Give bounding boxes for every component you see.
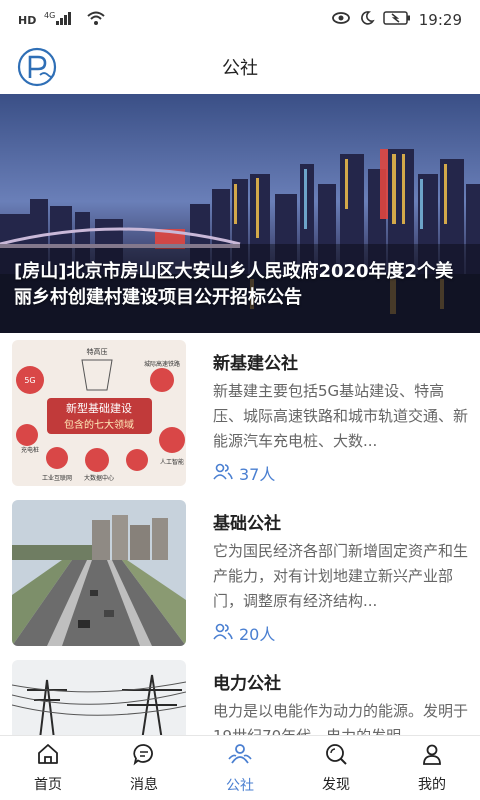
tab-community[interactable]: 公社 xyxy=(192,736,288,800)
thumb-label: 人工智能 xyxy=(160,458,184,466)
member-count-label: 37人 xyxy=(239,465,276,484)
profile-icon xyxy=(420,742,444,770)
tab-profile[interactable]: 我的 xyxy=(384,736,480,800)
signal-icon: 4G xyxy=(44,10,78,30)
banner-title[interactable]: [房山]北京市房山区大安山乡人民政府2020年度2个美丽乡村创建村建设项目公开招… xyxy=(14,259,470,311)
tab-messages[interactable]: 消息 xyxy=(96,736,192,800)
card-description: 电力是以电能作为动力的能源。发明于19世纪70年代，电力的发明... xyxy=(213,702,469,735)
status-bar: HD 4G 19:29 xyxy=(0,0,480,40)
eye-icon xyxy=(331,11,351,29)
battery-icon xyxy=(383,11,411,29)
list-item[interactable]: 电力公社 电力是以电能作为动力的能源。发明于19世纪70年代，电力的发明... xyxy=(0,653,480,735)
thumb-label: 充电桩 xyxy=(21,446,39,454)
tab-discover[interactable]: 发现 xyxy=(288,736,384,800)
thumb-label: 城际高速铁路 xyxy=(144,360,180,368)
status-right: 19:29 xyxy=(331,10,462,30)
list-item[interactable]: 新型基础建设 包含的七大领域 特高压 5G 城际高速铁路 充电桩 工业互联网 大… xyxy=(0,333,480,493)
tab-label: 公社 xyxy=(226,778,254,794)
list-item[interactable]: 基础公社 它为国民经济各部门新增固定资产和生产能力，对有计划地建立新兴产业部门，… xyxy=(0,493,480,653)
status-left: HD 4G xyxy=(18,10,106,30)
members-icon xyxy=(213,462,233,484)
banner-carousel[interactable]: [房山]北京市房山区大安山乡人民政府2020年度2个美丽乡村创建村建设项目公开招… xyxy=(0,94,480,333)
thumb-heading: 新型基础建设 xyxy=(66,401,132,415)
home-icon xyxy=(36,742,60,770)
tab-label: 消息 xyxy=(130,777,158,793)
message-icon xyxy=(132,742,156,770)
community-icon xyxy=(227,741,253,771)
member-count: 20人 xyxy=(213,621,275,645)
card-title[interactable]: 电力公社 xyxy=(213,669,281,694)
bottom-tab-bar: 首页 消息 公社 发现 我的 xyxy=(0,735,480,800)
card-thumbnail xyxy=(12,660,186,735)
card-description: 新基建主要包括5G基站建设、特高压、城际高速铁路和城市轨道交通、新能源汽车充电桩… xyxy=(213,382,469,450)
card-title[interactable]: 新基建公社 xyxy=(213,349,298,374)
logo-icon[interactable] xyxy=(16,46,58,88)
tab-label: 我的 xyxy=(418,777,446,793)
thumb-label: 大数据中心 xyxy=(84,474,114,482)
tab-home[interactable]: 首页 xyxy=(0,736,96,800)
svg-text:4G: 4G xyxy=(44,11,55,20)
members-icon xyxy=(213,622,233,644)
card-description: 它为国民经济各部门新增固定资产和生产能力，对有计划地建立新兴产业部门，调整原有经… xyxy=(213,542,469,610)
card-title[interactable]: 基础公社 xyxy=(213,509,281,534)
card-thumbnail: 新型基础建设 包含的七大领域 特高压 5G 城际高速铁路 充电桩 工业互联网 大… xyxy=(12,340,186,486)
page-title: 公社 xyxy=(222,58,258,79)
wifi-icon xyxy=(86,10,106,30)
member-count: 37人 xyxy=(213,461,275,485)
thumb-label: 5G xyxy=(24,376,35,385)
card-thumbnail xyxy=(12,500,186,646)
tab-label: 发现 xyxy=(322,777,350,793)
tab-label: 首页 xyxy=(34,777,62,793)
clock-time: 19:29 xyxy=(418,11,462,29)
community-list[interactable]: 新型基础建设 包含的七大领域 特高压 5G 城际高速铁路 充电桩 工业互联网 大… xyxy=(0,333,480,735)
discover-icon xyxy=(324,742,348,770)
moon-icon xyxy=(359,10,375,30)
network-badge: HD xyxy=(18,13,37,27)
thumb-label: 特高压 xyxy=(87,347,108,356)
thumb-label: 工业互联网 xyxy=(42,474,72,482)
top-navbar: 公社 xyxy=(0,40,480,94)
member-count-label: 20人 xyxy=(239,625,276,644)
thumb-subheading: 包含的七大领域 xyxy=(64,418,134,431)
